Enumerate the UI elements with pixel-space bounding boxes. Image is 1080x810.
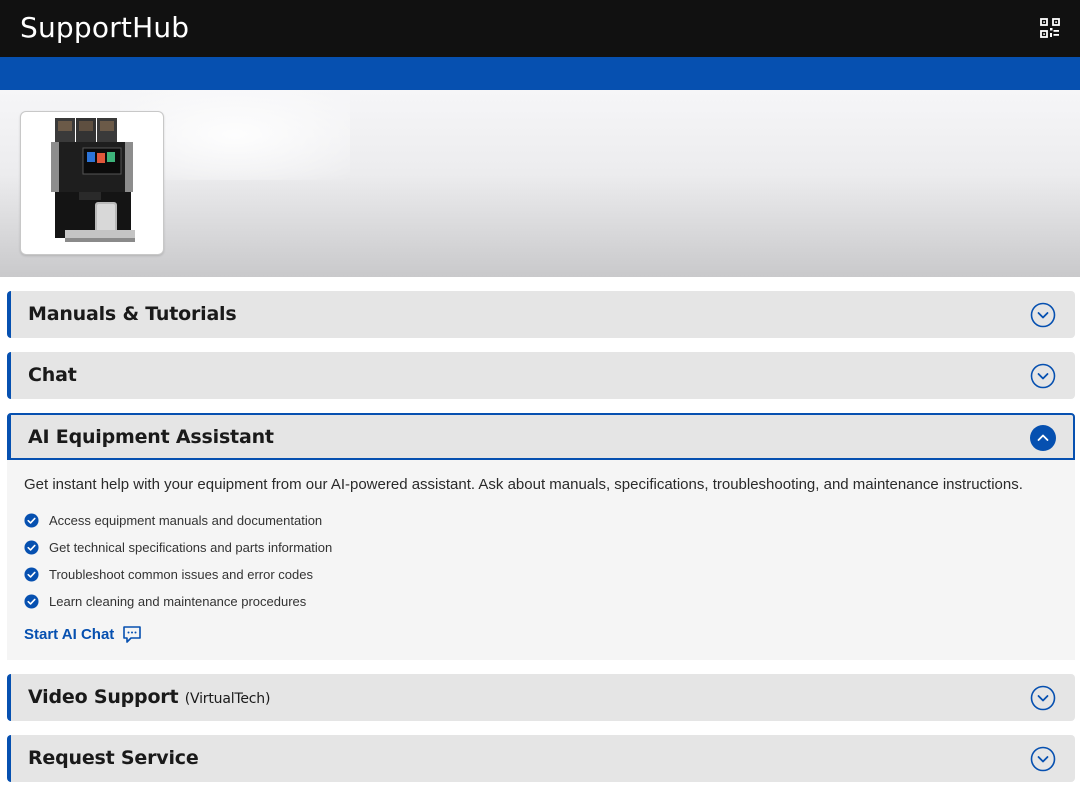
section-manuals[interactable]: Manuals & Tutorials [7, 291, 1075, 338]
product-image[interactable] [20, 111, 164, 255]
section-ai-assistant[interactable]: AI Equipment Assistant [7, 413, 1075, 460]
section-title: AI Equipment Assistant [28, 426, 274, 448]
section-title: Request Service [28, 747, 199, 769]
feature-text: Get technical specifications and parts i… [49, 540, 333, 555]
chevron-up-icon[interactable] [1030, 425, 1056, 451]
check-circle-icon [24, 513, 39, 528]
check-circle-icon [24, 540, 39, 555]
chevron-down-icon[interactable] [1030, 363, 1056, 389]
section-title: Manuals & Tutorials [28, 303, 237, 325]
top-bar: SupportHub [0, 0, 1080, 57]
video-support-title: Video Support [28, 686, 179, 708]
app-title: SupportHub [20, 11, 190, 44]
section-video-support[interactable]: Video Support (VirtualTech) [7, 674, 1075, 721]
section-title: Video Support (VirtualTech) [28, 686, 270, 708]
chevron-down-icon[interactable] [1030, 746, 1056, 772]
list-item: Troubleshoot common issues and error cod… [24, 561, 1058, 588]
list-item: Access equipment manuals and documentati… [24, 507, 1058, 534]
section-chat[interactable]: Chat [7, 352, 1075, 399]
ai-description: Get instant help with your equipment fro… [24, 476, 1023, 493]
accent-band [0, 57, 1080, 90]
check-circle-icon [24, 567, 39, 582]
chat-bubble-icon [123, 626, 142, 643]
chevron-down-icon[interactable] [1030, 685, 1056, 711]
check-circle-icon [24, 594, 39, 609]
section-title: Chat [28, 364, 77, 386]
product-banner [0, 90, 1080, 277]
feature-text: Access equipment manuals and documentati… [49, 513, 323, 528]
start-ai-chat-label: Start AI Chat [24, 626, 115, 643]
start-ai-chat-link[interactable]: Start AI Chat [24, 625, 142, 644]
coffee-machine-image [51, 118, 135, 242]
ai-assistant-panel: Get instant help with your equipment fro… [7, 460, 1075, 660]
support-options: Manuals & Tutorials Chat AI Equipment As… [0, 277, 1080, 782]
chevron-down-icon[interactable] [1030, 302, 1056, 328]
qr-code-icon[interactable] [1040, 18, 1060, 38]
video-support-subtitle: (VirtualTech) [184, 691, 271, 707]
feature-text: Troubleshoot common issues and error cod… [49, 567, 313, 582]
feature-list: Access equipment manuals and documentati… [24, 507, 1058, 615]
list-item: Learn cleaning and maintenance procedure… [24, 588, 1058, 615]
list-item: Get technical specifications and parts i… [24, 534, 1058, 561]
feature-text: Learn cleaning and maintenance procedure… [49, 594, 307, 609]
section-request-service[interactable]: Request Service [7, 735, 1075, 782]
